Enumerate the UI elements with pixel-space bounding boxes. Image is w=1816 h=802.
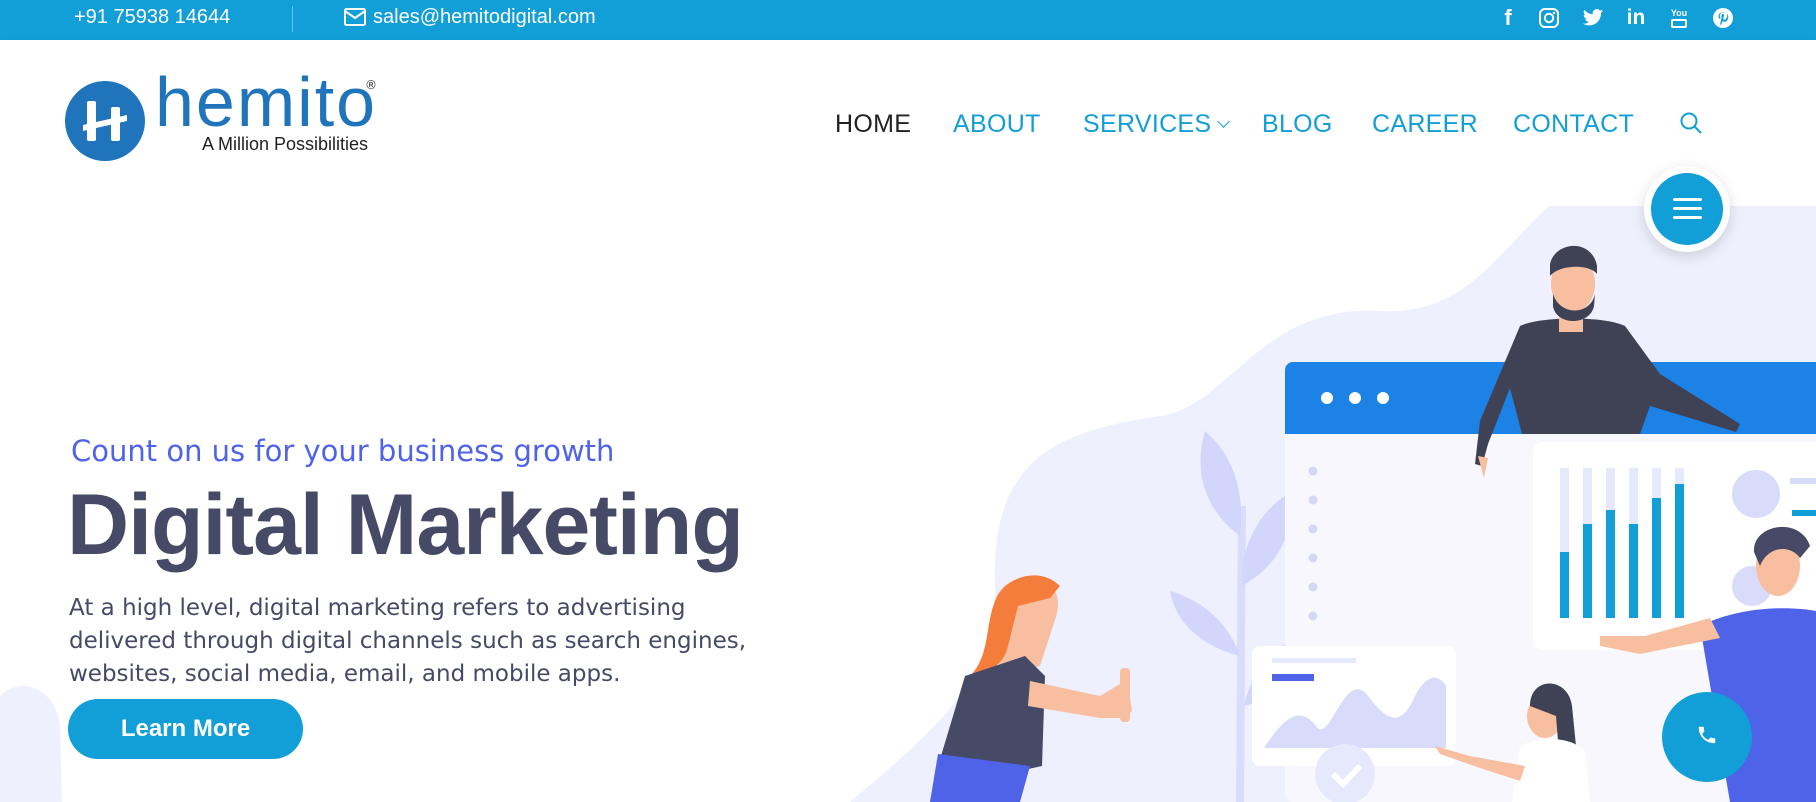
search-icon[interactable] [1679, 111, 1703, 135]
hemito-logo[interactable]: hemito ® A Million Possibilities [65, 63, 385, 168]
logo-wordmark: hemito [155, 63, 378, 141]
nav-about[interactable]: ABOUT [953, 110, 1041, 139]
logo-tagline: A Million Possibilities [202, 134, 369, 154]
nav-career[interactable]: CAREER [1372, 110, 1478, 139]
phone-icon [1696, 724, 1718, 750]
site-header: hemito ® A Million Possibilities HOME AB… [0, 40, 1816, 206]
hero-title: Digital Marketing [67, 477, 744, 573]
hamburger-line [1673, 216, 1702, 219]
top-bar: +91 75938 14644 sales@hemitodigital.com … [0, 0, 1816, 40]
registered-mark: ® [365, 78, 377, 92]
nav-blog[interactable]: BLOG [1262, 110, 1333, 139]
envelope-icon [343, 6, 367, 28]
hamburger-icon [1651, 173, 1723, 245]
linkedin-icon[interactable]: in [1624, 6, 1648, 30]
nav-services-label: SERVICES [1083, 110, 1212, 138]
hero-kicker: Count on us for your business growth [71, 434, 615, 468]
youtube-icon[interactable]: You [1667, 6, 1691, 30]
hero-section: Count on us for your business growth Dig… [0, 206, 1816, 802]
menu-button[interactable] [1644, 166, 1730, 252]
call-button[interactable] [1662, 692, 1752, 782]
nav-home[interactable]: HOME [835, 110, 911, 139]
nav-contact[interactable]: CONTACT [1513, 110, 1634, 139]
hero-description: At a high level, digital marketing refer… [69, 595, 747, 687]
youtube-glyph: You [1670, 7, 1688, 18]
youtube-box [1671, 19, 1687, 28]
divider [292, 6, 293, 32]
twitter-icon[interactable] [1581, 6, 1605, 30]
linkedin-glyph: in [1626, 6, 1646, 29]
chevron-down-icon [1217, 115, 1231, 128]
hamburger-line [1673, 207, 1702, 210]
email-link[interactable]: sales@hemitodigital.com [373, 6, 596, 29]
facebook-glyph: f [1504, 5, 1512, 30]
learn-more-button[interactable]: Learn More [68, 699, 303, 759]
instagram-icon[interactable] [1537, 6, 1561, 30]
phone-number[interactable]: +91 75938 14644 [74, 6, 230, 29]
facebook-icon[interactable]: f [1496, 5, 1520, 30]
nav-services[interactable]: SERVICES [1083, 110, 1231, 139]
pinterest-icon[interactable] [1711, 6, 1735, 30]
logo-mark [65, 81, 145, 161]
hamburger-line [1673, 198, 1702, 201]
